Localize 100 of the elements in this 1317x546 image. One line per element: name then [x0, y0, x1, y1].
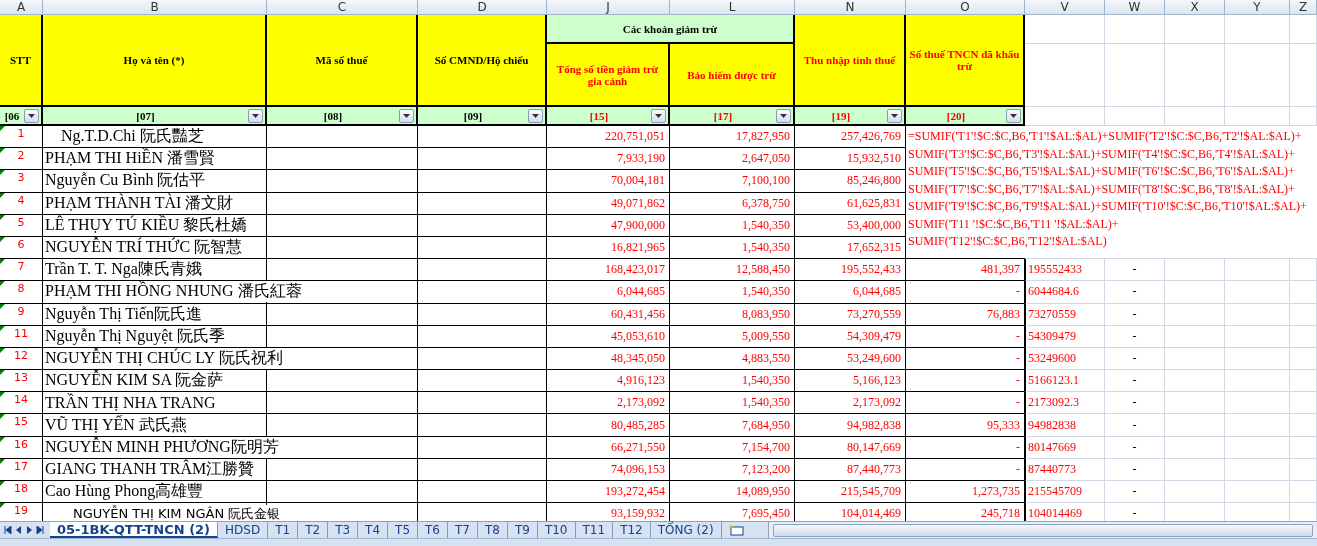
insert-sheet-icon[interactable]: [727, 524, 744, 536]
column-title: Số CMND/Hộ chiếu: [434, 54, 529, 66]
column-title: Mã số thuế: [315, 54, 368, 66]
last-sheet-icon[interactable]: [36, 526, 44, 534]
horizontal-scrollbar[interactable]: [767, 522, 1317, 538]
amount: 60,431,456: [611, 306, 665, 322]
empty-cell: [1225, 303, 1290, 326]
amount: 8,083,950: [742, 306, 790, 322]
column-letter[interactable]: N: [795, 0, 906, 15]
error-indicator-icon: [0, 303, 5, 309]
column-letter[interactable]: Z: [1290, 0, 1317, 15]
dropdown-arrow-icon: [891, 113, 898, 118]
amount: 245,718: [981, 506, 1020, 522]
column-letter[interactable]: C: [267, 0, 418, 15]
error-indicator-icon: [0, 347, 5, 353]
amount: 87440773: [1028, 461, 1076, 477]
amount: 4,883,550: [742, 350, 790, 366]
amount: 1,540,350: [742, 217, 790, 233]
dropdown-arrow-icon: [28, 113, 35, 118]
dropdown-arrow-icon: [1010, 113, 1017, 118]
error-indicator-icon: [0, 148, 5, 154]
employee-name: PHẠM THI HỒNG NHUNG 潘氏紅蓉: [43, 281, 302, 303]
dash: -: [1132, 506, 1137, 522]
amount: 5,166,123: [853, 373, 901, 389]
column-letter[interactable]: X: [1165, 0, 1225, 15]
amount: 104014469: [1028, 506, 1082, 522]
amount: 7,100,100: [742, 173, 790, 189]
column-code: [15]: [588, 109, 610, 122]
filter-dropdown-button[interactable]: [1006, 108, 1021, 123]
error-indicator-icon: [0, 259, 5, 265]
amount: 2,647,050: [742, 151, 790, 167]
empty-cell: [1225, 15, 1290, 44]
row-number: 3: [17, 170, 25, 185]
amount: 1,540,350: [742, 395, 790, 411]
column-letter[interactable]: V: [1025, 0, 1105, 15]
empty-cell: [1225, 259, 1290, 282]
column-code: [20]: [945, 109, 967, 122]
filter-dropdown-button[interactable]: [651, 108, 666, 123]
empty-cell: [1290, 259, 1317, 282]
previous-sheet-icon[interactable]: [16, 526, 22, 534]
column-letter[interactable]: A: [0, 0, 43, 15]
amount: 61,625,831: [847, 195, 901, 211]
amount: 7,933,190: [617, 151, 665, 167]
amount: 49,071,862: [611, 195, 665, 211]
row-number: 5: [17, 214, 25, 229]
amount: 193,272,454: [605, 484, 665, 500]
column-letter[interactable]: D: [418, 0, 547, 15]
filter-dropdown-button[interactable]: [528, 108, 543, 123]
amount: 85,246,800: [847, 173, 901, 189]
column-letter[interactable]: O: [906, 0, 1025, 15]
filter-dropdown-button[interactable]: [248, 108, 263, 123]
amount: 53,249,600: [847, 350, 901, 366]
empty-cell: [1225, 347, 1290, 371]
empty-cell: [1290, 325, 1317, 348]
filter-dropdown-button[interactable]: [24, 108, 39, 123]
row-number: 1: [17, 126, 25, 140]
amount: 17,652,315: [847, 240, 901, 256]
column-letter[interactable]: Y: [1225, 0, 1290, 15]
empty-cell: [1290, 370, 1317, 393]
amount: 7,695,450: [742, 506, 790, 522]
dash: -: [1132, 439, 1137, 455]
empty-cell: [1290, 281, 1317, 304]
amount: 6044684.6: [1028, 284, 1079, 300]
row-number: 6: [17, 236, 25, 251]
amount: 481,397: [981, 262, 1020, 278]
dash: -: [1132, 350, 1137, 366]
amount: 2173092.3: [1028, 395, 1079, 411]
row-number: 16: [14, 436, 28, 451]
dash: -: [1132, 461, 1137, 477]
row-number: 12: [14, 347, 28, 362]
column-letter[interactable]: W: [1105, 0, 1165, 15]
empty-cell: [1105, 15, 1165, 44]
amount: 76,883: [987, 306, 1020, 322]
dropdown-arrow-icon: [532, 113, 539, 118]
filter-dropdown-button[interactable]: [399, 108, 414, 123]
column-code: [09]: [462, 109, 484, 122]
dash: -: [1132, 373, 1137, 389]
dropdown-arrow-icon: [655, 113, 662, 118]
sheet-tab[interactable]: 05-1BK-QTT-TNCN (2): [50, 522, 219, 538]
row-number: 15: [14, 414, 28, 429]
column-letter[interactable]: B: [43, 0, 267, 15]
column-letter[interactable]: J: [547, 0, 670, 15]
next-sheet-icon[interactable]: [26, 526, 32, 534]
filter-dropdown-button[interactable]: [776, 108, 791, 123]
error-indicator-icon: [0, 414, 5, 420]
amount: 7,154,700: [742, 439, 790, 455]
dash: -: [1132, 484, 1137, 500]
first-sheet-icon[interactable]: [4, 526, 12, 534]
amount: 17,827,950: [736, 129, 790, 145]
column-title: Họ và tên (*): [123, 54, 185, 66]
column-title: Thu nhập tính thuế: [803, 54, 896, 66]
column-code: [08]: [322, 109, 344, 122]
empty-cell: [1290, 414, 1317, 437]
error-indicator-icon: [0, 192, 5, 198]
filter-dropdown-button[interactable]: [887, 108, 902, 123]
column-letter[interactable]: L: [670, 0, 795, 15]
empty-cell: [1225, 44, 1290, 107]
amount: 73,270,559: [847, 306, 901, 322]
amount: 215545709: [1028, 484, 1082, 500]
formula-text: =SUMIF('T1'!$C:$C,B6,'T1'!$AL:$AL)+SUMIF('T2'!$C:$C,B6,'T2'!$AL:$AL)+SUMIF('T3'!$C:$C,B6,'T3'!$AL:$AL)+SUMIF('T4'!$C:$C,B6,'T4'!$AL:$AL)+SUMIF('T5'!$C:$C,B6,'T5'!$AL:$AL)+SUMIF('T6'!$C:$C,B6,'T6'!$AL:$AL)+SUMIF('T7'!$C:$C,B6,'T7'!$AL:$AL)+SUMIF('T8'!$C:$C,B6,'T8'!$AL:$AL)+SUMIF('T9'!$C:$C,B6,'T9'!$AL:$AL)+SUMIF('T10'!$C:$C,B6,'T10'!$AL:$AL)+SUMIF('T11 '!$C:$C,B6,'T11 '!$AL:$AL)+SUMIF('T12'!$C:$C,B6,'T12'!$AL:$AL): [906, 126, 1317, 258]
